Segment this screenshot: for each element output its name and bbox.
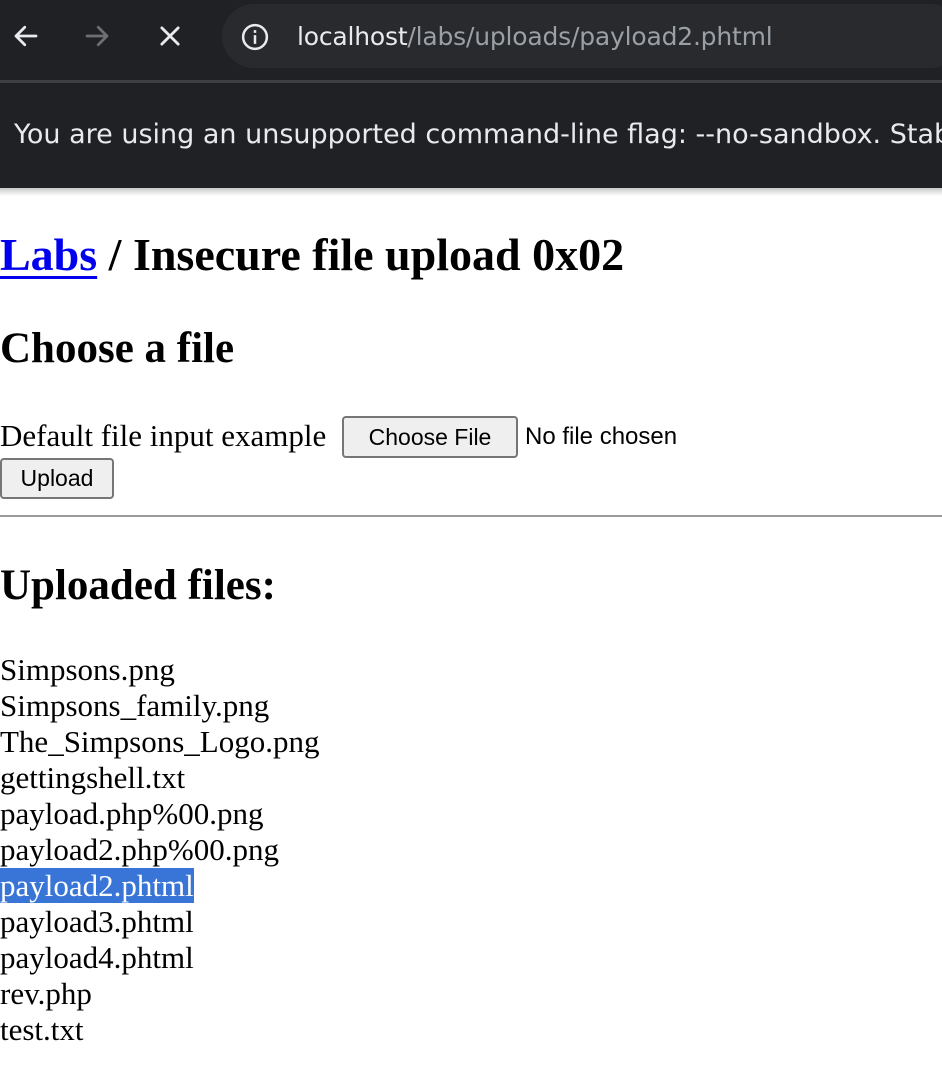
back-arrow-icon: [14, 25, 38, 47]
labs-breadcrumb-link[interactable]: Labs: [0, 229, 97, 280]
file-list-item[interactable]: payload4.phtml: [0, 940, 319, 976]
page-title: Labs / Insecure file upload 0x02: [0, 228, 624, 282]
choose-file-button[interactable]: Choose File: [342, 416, 518, 458]
close-icon: [160, 26, 180, 46]
address-bar[interactable]: localhost/labs/uploads/payload2.phtml: [222, 4, 942, 68]
file-list-item[interactable]: gettingshell.txt: [0, 760, 319, 796]
choose-file-heading: Choose a file: [0, 325, 235, 372]
infobar-shadow: [0, 188, 942, 196]
uploaded-files-heading: Uploaded files:: [0, 562, 276, 609]
page-title-text: / Insecure file upload 0x02: [97, 229, 625, 280]
file-list-item[interactable]: test.txt: [0, 1012, 319, 1048]
stop-loading-button[interactable]: [150, 16, 190, 56]
url-host: localhost: [297, 22, 408, 51]
url-path: /labs/uploads/payload2.phtml: [407, 22, 773, 51]
file-input-label: Default file input example: [0, 418, 327, 453]
back-button[interactable]: [6, 16, 46, 56]
file-list-item[interactable]: payload3.phtml: [0, 904, 319, 940]
unsupported-flag-infobar: You are using an unsupported command-lin…: [0, 83, 942, 188]
infobar-message: You are using an unsupported command-lin…: [14, 119, 942, 150]
info-icon[interactable]: [240, 22, 270, 52]
file-list-item[interactable]: The_Simpsons_Logo.png: [0, 724, 319, 760]
upload-button[interactable]: Upload: [0, 458, 114, 499]
forward-arrow-icon: [85, 25, 109, 47]
selected-text: payload2.phtml: [0, 868, 194, 903]
file-list-item[interactable]: Simpsons.png: [0, 652, 319, 688]
browser-toolbar: localhost/labs/uploads/payload2.phtml: [0, 0, 942, 80]
no-file-chosen-text: No file chosen: [525, 423, 678, 450]
uploaded-file-list: Simpsons.png Simpsons_family.png The_Sim…: [0, 652, 319, 1048]
section-divider: [0, 515, 942, 517]
forward-button[interactable]: [77, 16, 117, 56]
file-list-item-selected[interactable]: payload2.phtml: [0, 868, 319, 904]
file-list-item[interactable]: rev.php: [0, 976, 319, 1012]
file-list-item[interactable]: payload2.php%00.png: [0, 832, 319, 868]
file-list-item[interactable]: Simpsons_family.png: [0, 688, 319, 724]
url-text[interactable]: localhost/labs/uploads/payload2.phtml: [297, 20, 773, 54]
file-list-item[interactable]: payload.php%00.png: [0, 796, 319, 832]
